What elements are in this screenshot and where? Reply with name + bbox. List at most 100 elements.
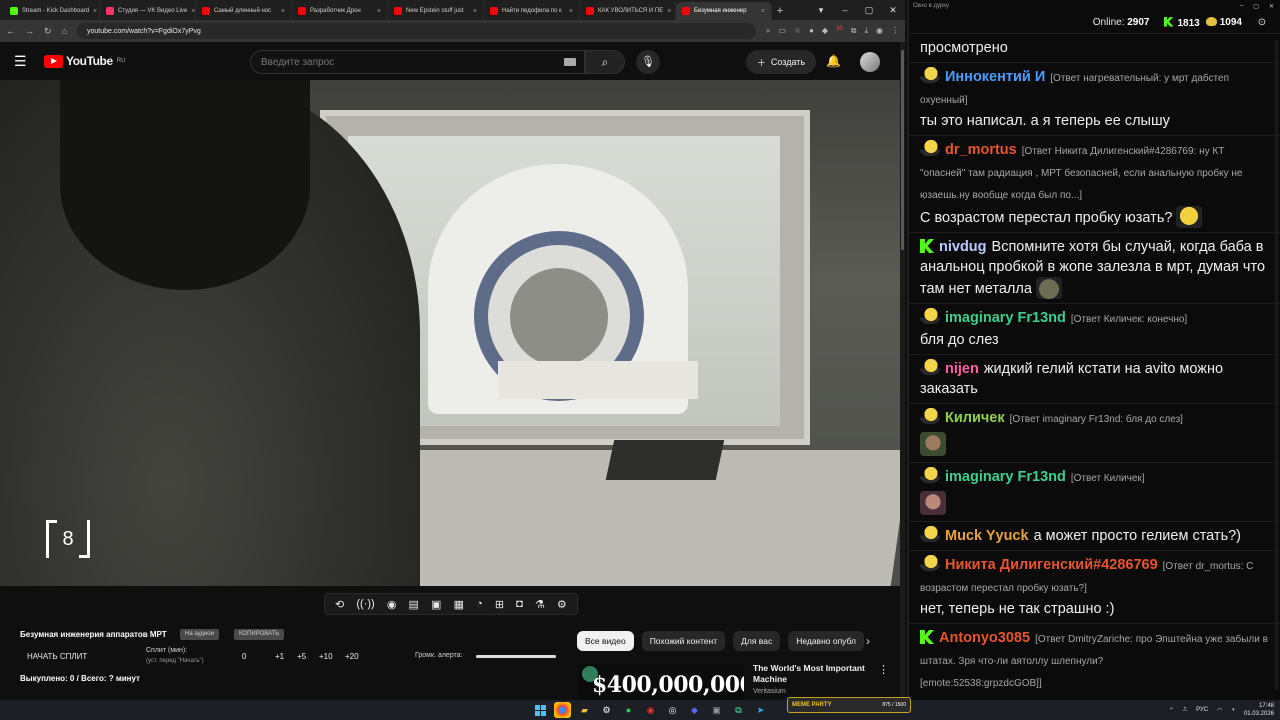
tab-close-icon[interactable]: ×: [191, 8, 195, 15]
chat-username[interactable]: imaginary Fr13nd: [945, 310, 1066, 326]
hamburger-menu-icon[interactable]: ☰: [14, 53, 28, 70]
extension-dot-icon[interactable]: ●: [809, 26, 814, 36]
tab-close-icon[interactable]: ×: [473, 8, 477, 15]
download-icon[interactable]: ⤓: [864, 26, 868, 36]
tab-close-icon[interactable]: ×: [281, 8, 285, 15]
spotify-icon[interactable]: ●: [620, 702, 637, 718]
tray-chevron-icon[interactable]: ⌃: [1169, 707, 1174, 714]
split-add-20-button[interactable]: +20: [345, 652, 359, 661]
chevron-right-icon[interactable]: ›: [866, 634, 870, 648]
home-icon[interactable]: ⌂: [62, 26, 67, 36]
chat-username[interactable]: nijen: [945, 361, 979, 377]
chat-scrollbar[interactable]: [1275, 40, 1278, 690]
chip-similar[interactable]: Похожий контент: [641, 631, 726, 651]
file-explorer-icon[interactable]: ▰: [576, 702, 593, 718]
copy-pill[interactable]: КОПИРОВАТЬ: [234, 629, 285, 640]
tab-close-icon[interactable]: ×: [569, 8, 573, 15]
chat-username[interactable]: Иннокентий И: [945, 69, 1045, 85]
page-scrollbar[interactable]: [900, 42, 905, 700]
broadcast-icon[interactable]: ((·)): [356, 598, 374, 610]
tab-search-icon[interactable]: ▾: [809, 0, 833, 20]
browser-tab[interactable]: Разработчик Дрон ×: [292, 2, 388, 20]
split-add-1-button[interactable]: +1: [275, 652, 284, 661]
profile-icon[interactable]: ◉: [876, 26, 883, 36]
lang-indicator[interactable]: РУС: [1196, 707, 1208, 713]
browser-tab[interactable]: КАК УВОЛИТЬСЯ И ПЕ ×: [580, 2, 676, 20]
voice-search-button[interactable]: 🎙: [636, 50, 660, 74]
extension-adblock-icon[interactable]: ◆: [822, 26, 828, 36]
tab-close-icon[interactable]: ×: [377, 8, 381, 15]
eye-icon[interactable]: ◉: [387, 598, 397, 611]
maximize-icon[interactable]: ▢: [857, 0, 881, 20]
chat-username[interactable]: Никита Дилигенский#4286769: [945, 557, 1158, 573]
pip-icon[interactable]: ▣: [431, 598, 441, 611]
recommendation-thumbnail[interactable]: $400,000,000: [578, 664, 744, 700]
split-add-10-button[interactable]: +10: [319, 652, 333, 661]
code-icon[interactable]: ⧉: [730, 702, 747, 718]
minimize-icon[interactable]: –: [833, 0, 857, 20]
chat-username[interactable]: Киличек: [945, 410, 1005, 426]
start-split-button[interactable]: НАЧАТЬ СПЛИТ: [27, 652, 87, 661]
chip-for-you[interactable]: Для вас: [733, 631, 781, 651]
repeat-icon[interactable]: ⟲: [335, 598, 344, 611]
chat-username[interactable]: dr_mortus: [945, 142, 1017, 158]
recommendation-channel[interactable]: Veritasium: [753, 688, 786, 695]
cast-icon[interactable]: ▭: [778, 26, 786, 36]
split-add-5-button[interactable]: +5: [297, 652, 306, 661]
bookmark-star-icon[interactable]: ☆: [794, 26, 801, 36]
recommendation-title[interactable]: The World's Most Important Machine: [753, 663, 871, 685]
meme-party-widget[interactable]: MEME PARTY 875 / 1500: [787, 697, 911, 713]
new-tab-button[interactable]: +: [772, 2, 788, 20]
extensions-puzzle-icon[interactable]: ⧉: [851, 26, 857, 36]
create-button[interactable]: ＋ Создать: [746, 50, 816, 74]
wifi-icon[interactable]: ◠: [1217, 707, 1222, 714]
speed-icon[interactable]: ◔: [476, 598, 483, 610]
volume-icon[interactable]: ◖: [1231, 707, 1235, 713]
chrome-icon[interactable]: [554, 702, 571, 718]
add-frame-icon[interactable]: ⊞: [495, 598, 504, 611]
start-icon[interactable]: [532, 702, 549, 718]
obs-icon[interactable]: ◎: [664, 702, 681, 718]
tab-close-icon[interactable]: ×: [761, 8, 765, 15]
forward-icon[interactable]: →: [25, 26, 34, 36]
lab-icon[interactable]: ⚗: [535, 598, 545, 611]
browser-tab[interactable]: Студия — VK Видео Live ×: [100, 2, 196, 20]
alert-volume-slider[interactable]: [476, 655, 556, 658]
chat-username[interactable]: Antonyo3085: [939, 630, 1030, 646]
search-input[interactable]: [261, 56, 564, 68]
browser-tab[interactable]: Найти педофила по к ×: [484, 2, 580, 20]
close-icon[interactable]: ✕: [881, 0, 905, 20]
tab-close-icon[interactable]: ×: [667, 8, 671, 15]
notifications-bell-icon[interactable]: 🔔: [826, 54, 841, 68]
browser-tab[interactable]: New Epstein stuff just ×: [388, 2, 484, 20]
steam-icon[interactable]: ⚙: [598, 702, 615, 718]
minimize-icon[interactable]: –: [1240, 3, 1243, 12]
camera-icon[interactable]: ◘: [516, 598, 523, 610]
browser-tab[interactable]: Самый длинный нос ×: [196, 2, 292, 20]
zoom-icon[interactable]: ⌕: [766, 26, 770, 36]
telegram-icon[interactable]: ➤: [752, 702, 769, 718]
clock[interactable]: 17:48 01.03.2026: [1244, 702, 1274, 718]
scrollbar-thumb[interactable]: [901, 50, 904, 250]
menu-kebab-icon[interactable]: ⋮: [891, 26, 899, 36]
audio-pill[interactable]: На аудиои: [180, 629, 219, 640]
settings-icon[interactable]: ⊙: [1256, 17, 1268, 28]
close-icon[interactable]: ✕: [1269, 3, 1274, 12]
chip-recent[interactable]: Недавно опубл: [788, 631, 864, 651]
network-icon[interactable]: ⎍: [1183, 707, 1187, 714]
recommendation-menu-icon[interactable]: ⋮: [878, 663, 889, 676]
browser-tab[interactable]: Безумная инженер ×: [676, 2, 772, 20]
url-field[interactable]: youtube.com/watch?v=FgdiOx7yPvg: [76, 23, 756, 39]
tab-close-icon[interactable]: ×: [93, 8, 97, 15]
youtube-logo[interactable]: YouTube RU: [44, 54, 125, 68]
frame-icon[interactable]: ▤: [409, 598, 419, 611]
cinema-icon[interactable]: ▦: [454, 598, 464, 611]
recorder-icon[interactable]: ◉: [642, 702, 659, 718]
chat-username[interactable]: imaginary Fr13nd: [945, 469, 1066, 485]
reload-icon[interactable]: ↻: [44, 26, 52, 37]
app-icon[interactable]: ▣: [708, 702, 725, 718]
browser-tab[interactable]: Stream - Kick Dashboard ×: [4, 2, 100, 20]
settings-icon[interactable]: ⚙: [557, 598, 567, 611]
maximize-icon[interactable]: ▢: [1253, 3, 1259, 12]
discord-icon[interactable]: ◆: [686, 702, 703, 718]
